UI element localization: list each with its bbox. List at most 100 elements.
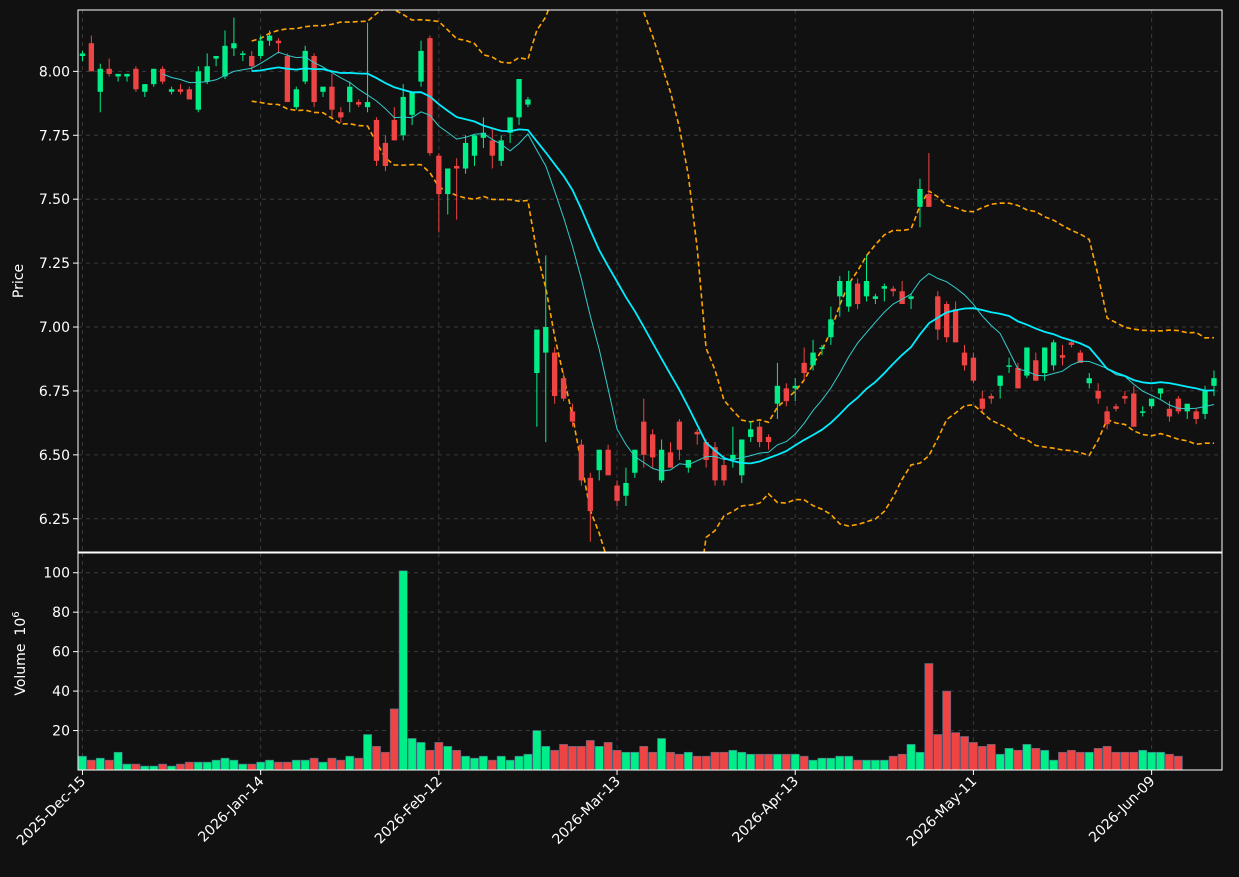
volume-bar xyxy=(1075,751,1085,771)
volume-bar xyxy=(1111,751,1121,771)
candle-body xyxy=(177,89,184,92)
candle-body xyxy=(1166,408,1173,417)
volume-bar xyxy=(202,761,212,771)
volume-bar xyxy=(167,765,176,771)
candle-body xyxy=(436,155,442,195)
candle-body xyxy=(952,309,959,343)
volume-bar xyxy=(1156,751,1165,771)
volume-bar xyxy=(505,759,515,771)
volume-bar xyxy=(1173,755,1183,771)
volume-bar xyxy=(363,734,372,771)
candle-body xyxy=(890,288,896,292)
volume-bar xyxy=(675,753,684,771)
volume-bar xyxy=(220,757,230,771)
candle-body xyxy=(213,56,219,59)
price-grid xyxy=(78,10,1222,552)
candle-body xyxy=(1104,411,1110,425)
candle-body xyxy=(863,281,870,297)
candle-body xyxy=(578,444,585,481)
candle-body xyxy=(329,86,335,110)
volume-bar xyxy=(826,757,836,771)
volume-bar xyxy=(452,749,462,771)
volume-bar xyxy=(282,761,292,771)
volume-bar xyxy=(906,744,916,771)
volume-bar xyxy=(407,738,417,771)
volume-bar xyxy=(1147,751,1157,771)
candle-body xyxy=(320,86,326,92)
candle-body xyxy=(543,327,549,353)
volume-bar xyxy=(924,663,934,771)
volume-bar xyxy=(888,755,898,771)
volume-bar xyxy=(78,755,87,771)
candle-body xyxy=(418,50,424,82)
volume-bar xyxy=(113,751,123,771)
volume-bar xyxy=(256,761,266,771)
candle-body xyxy=(1006,365,1012,367)
volume-bar xyxy=(683,751,693,771)
volume-bar xyxy=(915,751,925,771)
volume-bar xyxy=(657,738,666,771)
volume-bar xyxy=(318,761,328,771)
candle-body xyxy=(854,283,861,305)
volume-bar xyxy=(434,742,444,771)
volume-bar xyxy=(193,761,203,771)
volume-bar xyxy=(398,570,408,771)
candle-body xyxy=(935,296,941,330)
candle-body xyxy=(142,84,148,92)
candle-body xyxy=(872,296,879,299)
candle-body xyxy=(471,135,478,156)
x-tick-label: 2026-May-11 xyxy=(904,774,981,851)
candle-body xyxy=(364,102,371,108)
volume-bar xyxy=(630,751,640,771)
volume-panel-background xyxy=(78,553,1222,770)
volume-bar xyxy=(692,755,702,771)
candle-body xyxy=(650,434,656,458)
volume-bar xyxy=(1013,749,1023,771)
candle-body xyxy=(783,388,789,402)
candle-body xyxy=(658,449,665,481)
candle-body xyxy=(765,436,772,443)
volume-bar xyxy=(790,753,800,771)
volume-bar xyxy=(621,751,631,771)
volume-bar xyxy=(496,755,506,771)
volume-bar xyxy=(1138,749,1148,771)
volume-bar xyxy=(1004,747,1014,771)
candle-body xyxy=(453,165,460,169)
volume-bar xyxy=(380,751,390,771)
volume-bar xyxy=(951,732,960,771)
candle-body xyxy=(1059,355,1066,358)
volume-bar xyxy=(372,746,381,771)
candle-body xyxy=(1050,342,1057,366)
volume-bar xyxy=(122,763,132,771)
candle-body xyxy=(115,73,121,77)
candle-body xyxy=(1140,411,1146,413)
volume-bar xyxy=(354,757,364,771)
candle-body xyxy=(667,452,674,468)
candle-body xyxy=(168,89,175,92)
volume-bar xyxy=(1022,744,1032,771)
volume-bar xyxy=(184,761,194,771)
candle-body xyxy=(641,421,647,455)
candle-body xyxy=(988,396,994,399)
volume-bar xyxy=(755,753,764,771)
candle-body xyxy=(846,281,852,307)
candle-body xyxy=(908,296,914,299)
price-tick-label: 6.75 xyxy=(39,384,70,400)
candle-body xyxy=(373,119,380,161)
volume-bar xyxy=(995,753,1005,771)
candle-body xyxy=(810,352,816,366)
candle-body xyxy=(204,66,210,82)
volume-bar xyxy=(1165,753,1174,771)
price-panel-background xyxy=(78,10,1222,552)
volume-bar xyxy=(425,749,435,771)
volume-bar xyxy=(300,759,310,771)
volume-bar xyxy=(764,753,773,771)
volume-bar xyxy=(585,740,595,771)
volume-bar xyxy=(443,746,453,771)
candle-body xyxy=(837,281,843,297)
volume-bar xyxy=(1049,759,1059,771)
candle-body xyxy=(1211,378,1217,386)
volume-bar xyxy=(969,742,978,771)
candle-body xyxy=(801,362,807,374)
volume-tick-label: 20 xyxy=(52,724,70,740)
